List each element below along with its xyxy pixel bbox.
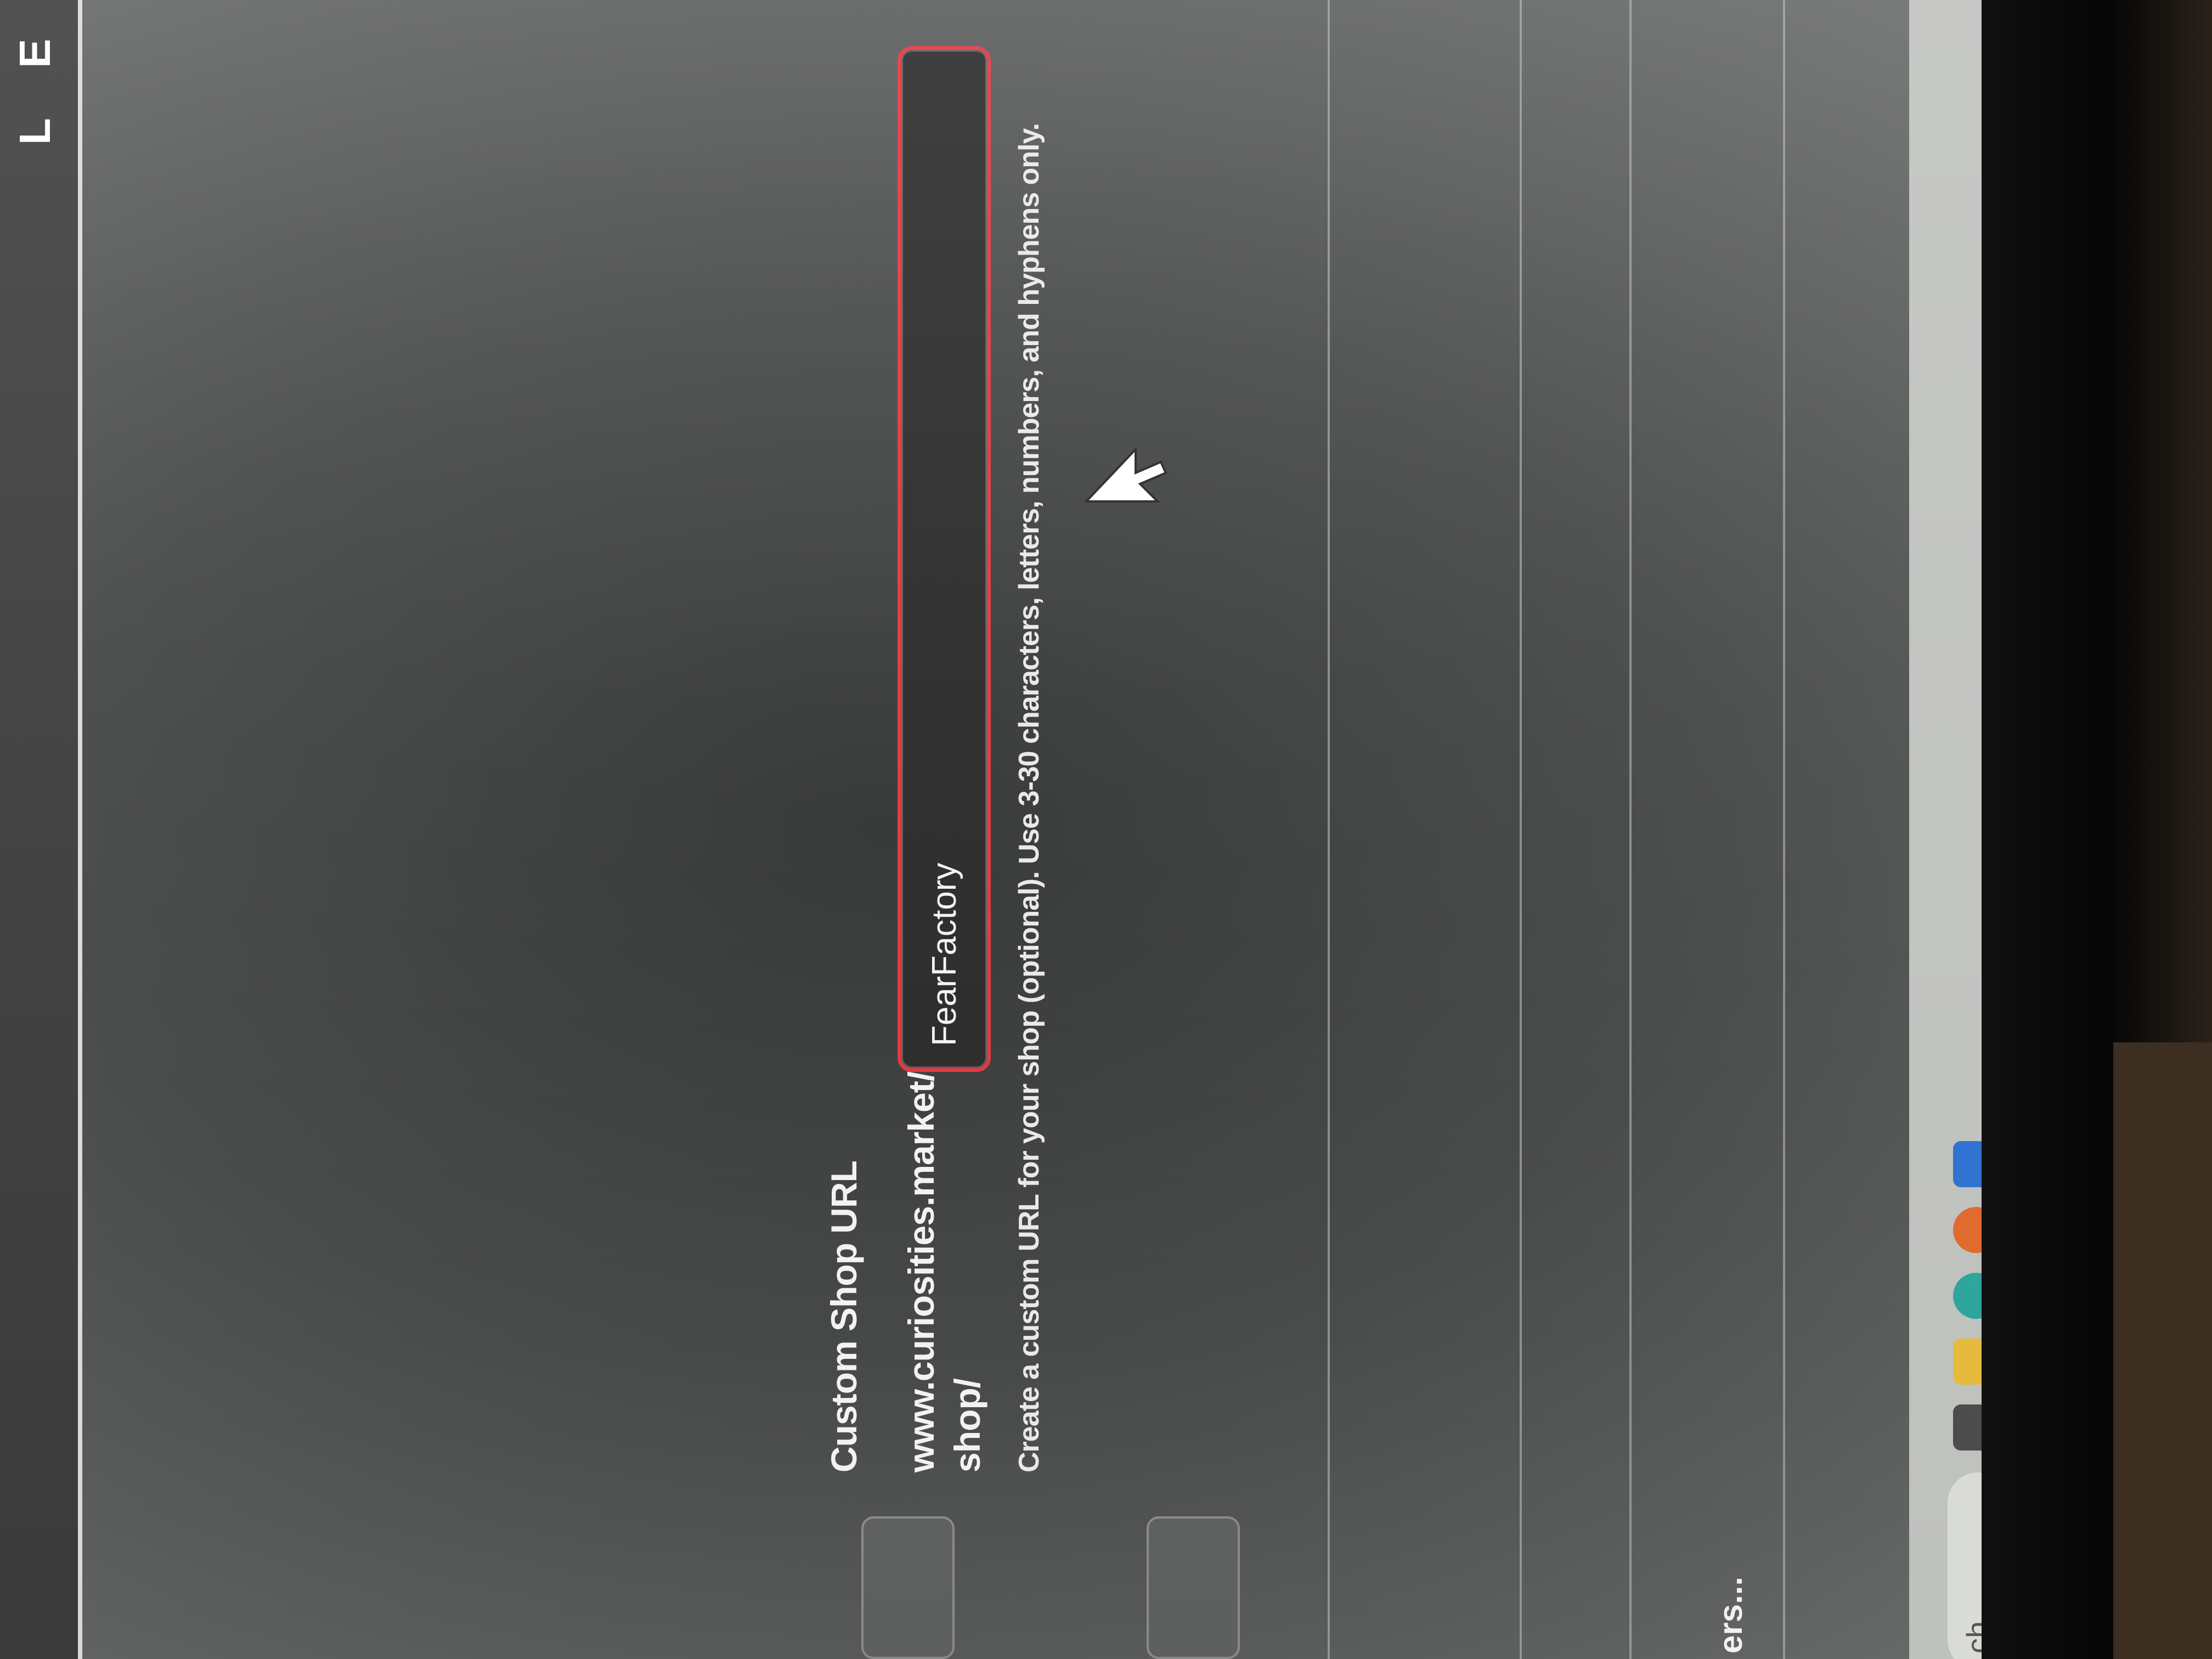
url-prefix: www.curiosities.market/ shop/ — [901, 1071, 988, 1472]
shop-url-input[interactable] — [901, 50, 987, 1068]
screen: E L Custom Shop URL www.curiosities.mark… — [0, 0, 2212, 1659]
helper-text: Create a custom URL for your shop (optio… — [1013, 123, 1045, 1472]
divider — [1328, 0, 1330, 1659]
field-box-left-top[interactable] — [861, 1516, 955, 1659]
field-label: Custom Shop URL — [823, 1161, 864, 1472]
clipped-text: E — [10, 38, 59, 68]
top-strip: E L — [0, 0, 82, 1659]
mouse-pointer-icon — [1084, 446, 1167, 503]
divider — [1520, 0, 1522, 1659]
shop-url-field[interactable] — [898, 46, 991, 1072]
clipped-text: ers... — [1712, 1576, 1749, 1654]
custom-shop-url-section: Custom Shop URL www.curiosities.market/ … — [823, 46, 1046, 1472]
divider — [1783, 0, 1785, 1659]
field-box-left-bottom[interactable] — [1147, 1516, 1240, 1659]
photo-background — [1982, 0, 2212, 1659]
divider — [78, 0, 82, 1659]
url-row: www.curiosities.market/ shop/ — [898, 46, 991, 1472]
clipped-text: L — [10, 118, 59, 145]
divider — [1629, 0, 1632, 1659]
